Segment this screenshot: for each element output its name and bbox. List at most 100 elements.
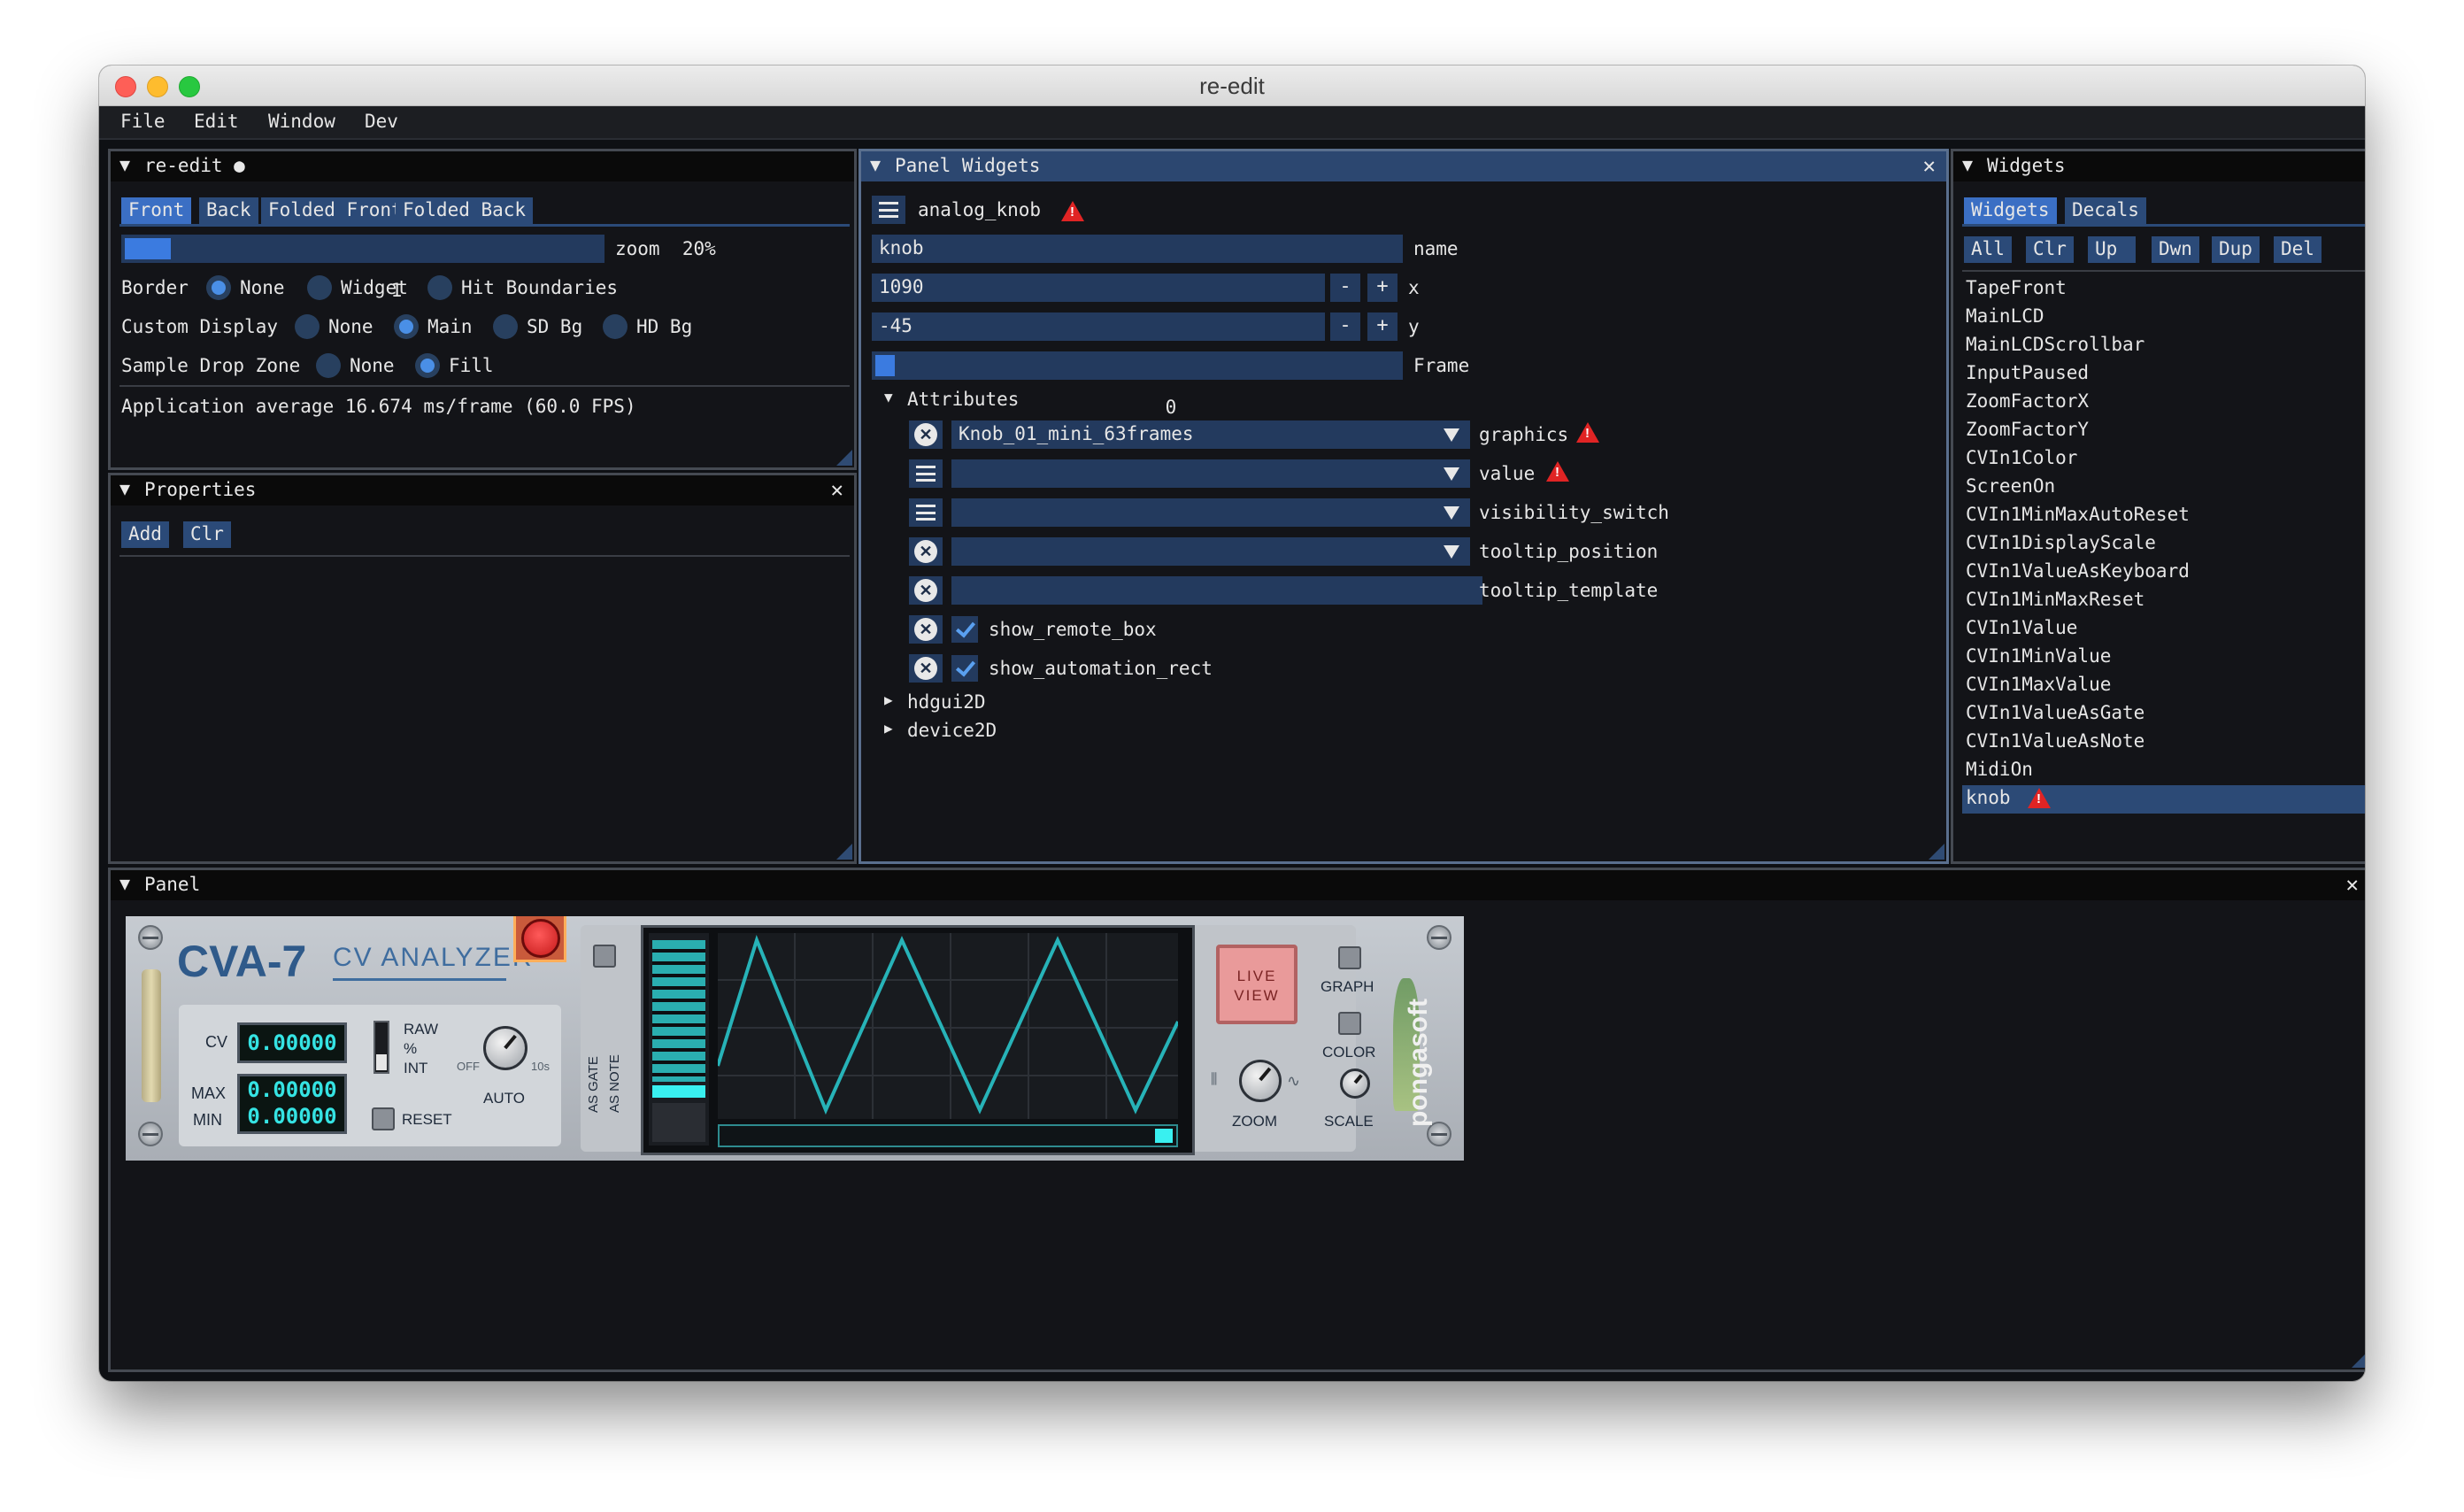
graphics-select[interactable]: Knob_01_mini_63frames [951, 420, 1470, 449]
collapse-icon[interactable]: ▼ [870, 154, 881, 175]
display-scale-switch[interactable] [373, 1021, 389, 1074]
menu-window[interactable]: Window [268, 111, 335, 132]
menu-dev[interactable]: Dev [365, 111, 398, 132]
widget-list-item[interactable]: knob [1962, 785, 2365, 814]
visibility-switch-select[interactable] [951, 498, 1470, 527]
selected-knob-highlight[interactable] [513, 916, 566, 962]
attr-menu-button[interactable] [909, 459, 943, 488]
auto-reset-knob[interactable] [483, 1026, 527, 1070]
down-button[interactable]: Dwn [2152, 236, 2199, 263]
widget-list-item[interactable]: CVIn1MinMaxReset [1962, 587, 2365, 615]
close-icon[interactable]: ✕ [1923, 153, 1936, 178]
widget-list-item[interactable]: ZoomFactorX [1962, 389, 2365, 417]
delete-button[interactable]: Del [2274, 236, 2322, 263]
tab-decals[interactable]: Decals [2065, 197, 2146, 224]
display-sd-radio[interactable] [493, 314, 518, 339]
frame-slider-grab[interactable] [875, 355, 895, 376]
zoom-knob[interactable] [1239, 1060, 1282, 1102]
live-view-button[interactable]: LIVE VIEW [1216, 945, 1297, 1024]
gate-note-toggle[interactable] [593, 945, 616, 968]
zoom-slider-grab[interactable] [125, 238, 171, 259]
widget-list-item[interactable]: CVIn1ValueAsNote [1962, 729, 2365, 757]
widget-menu-button[interactable] [872, 196, 905, 224]
attr-menu-button[interactable] [909, 498, 943, 527]
x-decrement-button[interactable]: - [1330, 274, 1360, 302]
widget-list-item[interactable]: CVIn1ValueAsKeyboard [1962, 559, 2365, 587]
collapse-icon[interactable]: ▼ [119, 154, 130, 175]
show-remote-box-checkbox[interactable] [951, 616, 978, 643]
x-increment-button[interactable]: + [1367, 274, 1398, 302]
widget-list-item[interactable]: CVIn1ValueAsGate [1962, 700, 2365, 729]
widget-list-item[interactable]: ZoomFactorY [1962, 417, 2365, 445]
duplicate-button[interactable]: Dup [2212, 236, 2260, 263]
close-icon[interactable]: ✕ [2346, 872, 2359, 897]
collapse-icon[interactable]: ▼ [1962, 154, 1973, 175]
tooltip-template-input[interactable] [951, 576, 1482, 605]
resize-grip[interactable] [2352, 1352, 2365, 1368]
tab-folded-back[interactable]: Folded Back [396, 197, 534, 224]
tab-front[interactable]: Front [121, 197, 192, 224]
menu-file[interactable]: File [120, 111, 166, 132]
y-increment-button[interactable]: + [1367, 312, 1398, 341]
main-lcd[interactable] [641, 925, 1195, 1155]
clear-button[interactable]: Clr [2026, 236, 2074, 263]
attr-reset-button[interactable]: ✕ [909, 615, 943, 644]
drop-fill-radio[interactable] [415, 353, 440, 378]
widget-list-item[interactable]: MidiOn [1962, 757, 2365, 785]
display-main-radio[interactable] [394, 314, 419, 339]
widget-list-item[interactable]: CVIn1MaxValue [1962, 672, 2365, 700]
x-input[interactable]: 1090 [872, 274, 1325, 302]
resize-grip[interactable] [1929, 844, 1944, 860]
attr-reset-button[interactable]: ✕ [909, 420, 943, 449]
knob[interactable] [521, 919, 560, 958]
collapse-icon[interactable]: ▼ [119, 478, 130, 499]
device-node[interactable]: device2D [907, 720, 997, 741]
widget-list-item[interactable]: CVIn1MinMaxAutoReset [1962, 502, 2365, 530]
drop-none-radio[interactable] [316, 353, 341, 378]
widget-list-item[interactable]: CVIn1Value [1962, 615, 2365, 644]
widget-list-item[interactable]: CVIn1MinValue [1962, 644, 2365, 672]
attributes-expand-icon[interactable]: ▼ [884, 389, 893, 405]
value-select[interactable] [951, 459, 1470, 488]
border-hit-radio[interactable] [427, 275, 452, 300]
display-none-radio[interactable] [295, 314, 320, 339]
all-button[interactable]: All [1964, 236, 2012, 263]
up-button[interactable]: Up [2088, 236, 2136, 263]
close-icon[interactable]: ✕ [831, 477, 843, 502]
widget-list-item[interactable]: MainLCDScrollbar [1962, 332, 2365, 360]
graph-toggle[interactable] [1338, 946, 1361, 969]
menu-edit[interactable]: Edit [194, 111, 239, 132]
border-none-radio[interactable] [206, 275, 231, 300]
y-input[interactable]: -45 [872, 312, 1325, 341]
show-automation-rect-checkbox[interactable] [951, 655, 978, 682]
hdgui-expand-icon[interactable]: ▶ [884, 691, 893, 708]
tab-folded-front[interactable]: Folded Front [261, 197, 410, 224]
widget-list-item[interactable]: CVIn1DisplayScale [1962, 530, 2365, 559]
display-hd-radio[interactable] [603, 314, 628, 339]
frame-slider[interactable]: 0 [872, 351, 1403, 418]
collapse-icon[interactable]: ▼ [119, 873, 130, 894]
resize-grip[interactable] [836, 450, 852, 466]
widget-list-item[interactable]: ScreenOn [1962, 474, 2365, 502]
widget-list-item[interactable]: CVIn1Color [1962, 445, 2365, 474]
scrollbar-thumb[interactable] [1155, 1129, 1173, 1143]
resize-grip[interactable] [836, 844, 852, 860]
name-input[interactable]: knob [872, 235, 1403, 263]
tooltip-position-select[interactable] [951, 537, 1470, 566]
hdgui-node[interactable]: hdgui2D [907, 691, 986, 713]
reset-button[interactable] [372, 1107, 395, 1130]
lcd-scrollbar[interactable] [718, 1124, 1178, 1147]
device-expand-icon[interactable]: ▶ [884, 720, 893, 737]
y-decrement-button[interactable]: - [1330, 312, 1360, 341]
tab-widgets[interactable]: Widgets [1964, 197, 2057, 224]
attr-reset-button[interactable]: ✕ [909, 654, 943, 683]
add-property-button[interactable]: Add [121, 521, 169, 548]
widget-list-item[interactable]: InputPaused [1962, 360, 2365, 389]
widget-list-item[interactable]: TapeFront [1962, 275, 2365, 304]
attr-reset-button[interactable]: ✕ [909, 576, 943, 605]
zoom-slider[interactable]: 1 [121, 235, 604, 301]
attr-reset-button[interactable]: ✕ [909, 537, 943, 566]
border-widget-radio[interactable] [307, 275, 332, 300]
color-toggle[interactable] [1338, 1012, 1361, 1035]
scale-knob[interactable] [1340, 1068, 1370, 1099]
